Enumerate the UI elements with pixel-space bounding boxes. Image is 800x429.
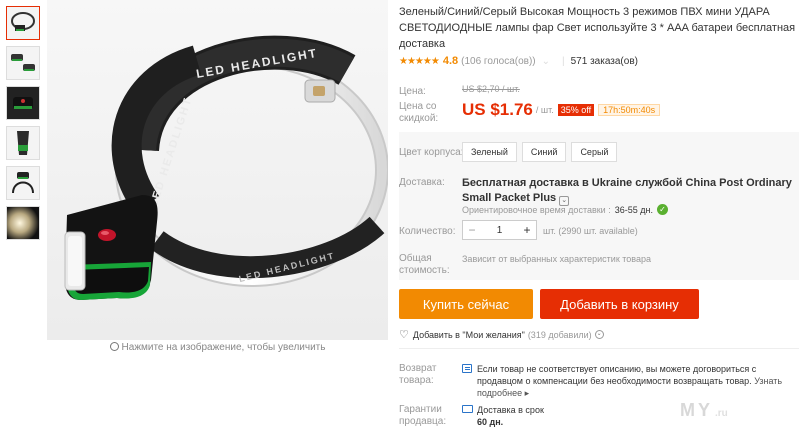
price-current-row: US $1.76 / шт. 35% off 17h:50m:40s <box>462 100 661 120</box>
returns-label: Возврат товара: <box>399 363 437 386</box>
total-label: Общая стоимость: <box>399 253 450 276</box>
magnifier-icon <box>109 342 119 351</box>
price-current: US $1.76 <box>462 100 533 119</box>
guarantee-text: Доставка в срок 60 дн. <box>477 404 544 428</box>
shipping-eta-days: 36-55 дн. <box>614 204 653 215</box>
quantity-label: Количество: <box>399 226 456 237</box>
chevron-down-icon[interactable]: ⌄ <box>542 56 550 67</box>
thumbnail-1[interactable] <box>6 6 40 40</box>
color-option-blue[interactable]: Синий <box>521 142 567 162</box>
guarantee-label: Гарантии продавца: <box>399 404 447 427</box>
shipping-eta-label: Ориентировочное время доставки : <box>462 204 611 215</box>
add-to-cart-button[interactable]: Добавить в корзину <box>540 289 699 319</box>
discount-price-label: Цена со скидкой: <box>399 101 439 124</box>
heart-icon[interactable]: ♡ <box>399 328 409 341</box>
rating-votes[interactable]: (106 голоса(ов)) <box>461 56 536 67</box>
watermark: MY .ru <box>680 400 728 421</box>
check-icon[interactable]: ✓ <box>656 204 668 215</box>
main-product-image[interactable]: LED HEADLIGHT LED HEADLIGHT LED HEADLIGH… <box>47 0 388 340</box>
total-value: Зависит от выбранных характеристик товар… <box>462 254 651 264</box>
shipping-eta: Ориентировочное время доставки : 36-55 д… <box>462 204 668 215</box>
color-label: Цвет корпуса: <box>399 147 464 158</box>
rating-value: 4.8 <box>442 55 459 67</box>
truck-icon <box>462 405 473 413</box>
quantity-input[interactable]: 1 <box>481 225 518 236</box>
returns-description: Если товар не соответствует описанию, вы… <box>477 364 757 386</box>
zoom-hint: Нажмите на изображение, чтобы увеличить <box>47 342 388 353</box>
chevron-down-icon[interactable]: ⌄ <box>594 330 604 339</box>
headlamp-illustration: LED HEADLIGHT LED HEADLIGHT LED HEADLIGH… <box>47 0 388 340</box>
guarantee-line1: Доставка в срок <box>477 405 544 415</box>
zoom-hint-text: Нажмите на изображение, чтобы увеличить <box>121 342 326 353</box>
color-options: Зеленый Синий Серый <box>462 142 618 162</box>
wishlist-text[interactable]: Добавить в "Мои желания" <box>413 330 525 340</box>
price-label: Цена: <box>399 86 426 97</box>
orders-count: 571 заказа(ов) <box>570 55 638 67</box>
discount-badge: 35% off <box>557 104 595 116</box>
product-title: Зеленый/Синий/Серый Высокая Мощность 3 р… <box>399 6 796 50</box>
divider: | <box>562 55 565 67</box>
rating-stars: ★★★★★ <box>399 55 440 67</box>
returns-text: Если товар не соответствует описанию, вы… <box>477 363 787 399</box>
thumbnail-2[interactable] <box>6 46 40 80</box>
quantity-stepper: − 1 + <box>462 220 537 240</box>
color-option-green[interactable]: Зеленый <box>462 142 517 162</box>
thumbnail-5[interactable] <box>6 166 40 200</box>
wishlist-count: (319 добавили) <box>527 329 592 340</box>
color-option-gray[interactable]: Серый <box>571 142 618 162</box>
guarantee-line2: 60 дн. <box>477 417 504 427</box>
wishlist-row[interactable]: ♡ Добавить в "Мои желания" (319 добавили… <box>399 328 604 341</box>
watermark-main: MY <box>680 400 713 420</box>
thumbnail-6[interactable] <box>6 206 40 240</box>
divider <box>399 348 799 349</box>
thumbnail-3[interactable] <box>6 86 40 120</box>
shipping-method-text: Бесплатная доставка в Ukraine службой Ch… <box>462 177 792 204</box>
rating-row: ★★★★★ 4.8 (106 голоса(ов)) ⌄ | 571 заказ… <box>399 55 638 67</box>
quantity-minus-button[interactable]: − <box>463 223 481 237</box>
watermark-suffix: .ru <box>715 408 728 419</box>
quantity-available: шт. (2990 шт. available) <box>543 226 638 236</box>
document-icon <box>462 364 472 373</box>
price-unit: / шт. <box>535 105 554 115</box>
buy-now-button[interactable]: Купить сейчас <box>399 289 533 319</box>
thumbnail-4[interactable] <box>6 126 40 160</box>
countdown-timer: 17h:50m:40s <box>598 104 661 116</box>
quantity-plus-button[interactable]: + <box>518 223 536 237</box>
price-old: US $2,70 / шт. <box>462 84 520 94</box>
shipping-label: Доставка: <box>399 177 445 188</box>
thumbnail-strip <box>6 6 42 246</box>
shipping-method[interactable]: Бесплатная доставка в Ukraine службой Ch… <box>462 176 792 206</box>
